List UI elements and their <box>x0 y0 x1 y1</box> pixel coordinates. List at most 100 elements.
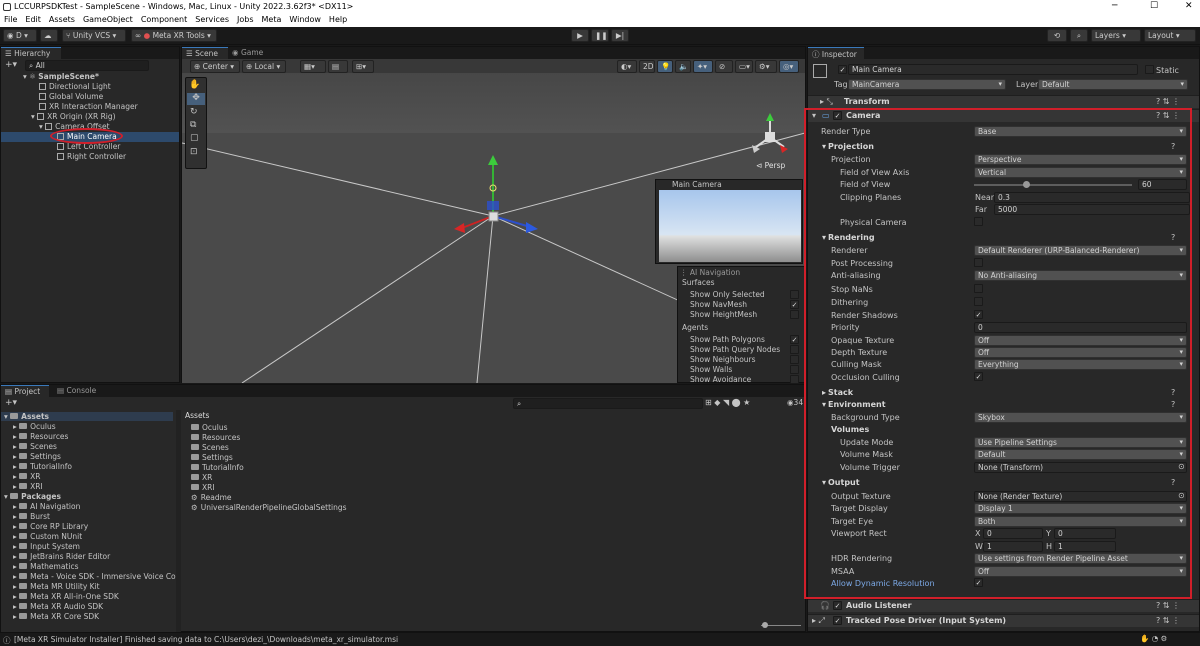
overlay-group-1[interactable]: Agents <box>682 323 708 332</box>
account-button[interactable]: ◉ D ▾ <box>3 29 37 42</box>
audio-icon[interactable]: 🔈 <box>675 60 691 73</box>
tree-scrollbar[interactable] <box>176 410 181 632</box>
tree-item[interactable]: ▸ Mathematics <box>13 562 79 571</box>
scale-tool-icon[interactable]: ⧉ <box>190 120 196 130</box>
move-tool-icon[interactable]: ✥ <box>187 93 205 105</box>
help-icon[interactable]: ? ⇅ ⋮ <box>1156 97 1180 106</box>
menu-help[interactable]: Help <box>325 14 351 25</box>
effects-icon[interactable]: ✦▾ <box>693 60 713 73</box>
menu-window[interactable]: Window <box>285 14 325 25</box>
hand-tool-icon[interactable]: ✋ <box>189 80 200 90</box>
status-message[interactable]: [Meta XR Simulator Installer] Finished s… <box>14 635 398 644</box>
static-toggle[interactable] <box>1145 65 1154 74</box>
2d-toggle[interactable]: 2D <box>639 60 655 73</box>
object-name-input[interactable]: Main Camera <box>848 64 1138 75</box>
active-toggle[interactable]: ✓ <box>838 65 847 74</box>
tab-game[interactable]: ◉ Game <box>228 47 268 59</box>
file-item[interactable]: Settings <box>191 453 233 462</box>
hierarchy-item[interactable]: Global Volume <box>39 92 103 101</box>
menu-component[interactable]: Component <box>137 14 191 25</box>
menu-file[interactable]: File <box>0 14 21 25</box>
cloud-icon[interactable]: ☁ <box>40 29 58 42</box>
tree-item[interactable]: ▸ Settings <box>13 452 61 461</box>
transform-header[interactable]: ▸ ⤡ Transform ? ⇅ ⋮ <box>808 95 1199 108</box>
overlay-checkbox[interactable]: ✓ <box>790 300 799 309</box>
search-icon[interactable]: ⌕ <box>1070 29 1088 42</box>
snap-icon[interactable]: ▤ <box>328 60 348 73</box>
overlay-checkbox[interactable] <box>790 310 799 319</box>
hierarchy-item[interactable]: Right Controller <box>57 152 126 161</box>
file-item[interactable]: ⚙ UniversalRenderPipelineGlobalSettings <box>191 503 347 512</box>
add-icon[interactable]: +▾ <box>5 60 17 70</box>
hierarchy-search-input[interactable]: ⌕ All <box>25 60 149 71</box>
audio-enabled-toggle[interactable]: ✓ <box>833 601 842 610</box>
light-icon[interactable]: 💡 <box>657 60 673 73</box>
create-icon[interactable]: +▾ <box>5 398 17 408</box>
visibility-icon[interactable]: ⊘ <box>715 60 733 73</box>
breadcrumb[interactable]: Assets <box>185 411 209 420</box>
scene-viewport[interactable]: ⊲ Persp ✋ ✥ ↻ ⧉ ▢ ⊡ Main Camera ⋮ AI Nav… <box>182 73 805 383</box>
space-dropdown[interactable]: ⊕ Local ▾ <box>242 60 286 73</box>
tree-item[interactable]: ▸ TutorialInfo <box>13 462 72 471</box>
pose-enabled-toggle[interactable]: ✓ <box>833 616 842 625</box>
tree-item[interactable]: ▸ AI Navigation <box>13 502 80 511</box>
overlay-checkbox[interactable] <box>790 375 799 383</box>
tracked-pose-header[interactable]: ▸ ⤢ ✓ Tracked Pose Driver (Input System)… <box>808 614 1199 627</box>
audio-listener-header[interactable]: 🎧 ✓ Audio Listener ? ⇅ ⋮ <box>808 599 1199 612</box>
transform-tool-icon[interactable]: ⊡ <box>190 147 198 157</box>
menu-services[interactable]: Services <box>191 14 233 25</box>
tree-item[interactable]: ▸ Resources <box>13 432 68 441</box>
tab-hierarchy[interactable]: ☰ Hierarchy <box>1 47 61 59</box>
layout-dropdown[interactable]: Layout ▾ <box>1144 29 1196 42</box>
status-icons[interactable]: ✋ ◔ ⚙ <box>1140 634 1167 643</box>
step-icon[interactable]: ▶| <box>611 29 629 42</box>
rotate-tool-icon[interactable]: ↻ <box>190 107 198 117</box>
tree-item[interactable]: ▸ Oculus <box>13 422 56 431</box>
file-item[interactable]: Scenes <box>191 443 229 452</box>
file-item[interactable]: ⚙ Readme <box>191 493 232 502</box>
pause-icon[interactable]: ❚❚ <box>591 29 609 42</box>
close-icon[interactable]: ✕ <box>1185 1 1193 11</box>
tab-inspector[interactable]: ⓘ Inspector <box>808 47 864 59</box>
play-icon[interactable]: ▶ <box>571 29 589 42</box>
tree-item[interactable]: ▸ Meta XR Core SDK <box>13 612 99 621</box>
increment-icon[interactable]: ⊞▾ <box>352 60 374 73</box>
overlay-checkbox[interactable] <box>790 365 799 374</box>
tree-item[interactable]: ▸ Meta MR Utility Kit <box>13 582 100 591</box>
file-item[interactable]: XRI <box>191 483 215 492</box>
tree-item[interactable]: ▸ Burst <box>13 512 50 521</box>
menu-meta[interactable]: Meta <box>258 14 286 25</box>
menu-gameobject[interactable]: GameObject <box>79 14 137 25</box>
gizmos-icon[interactable]: ◎▾ <box>779 60 799 73</box>
minimize-icon[interactable]: ─ <box>1112 1 1117 11</box>
project-search-input[interactable]: ⌕ <box>513 398 703 409</box>
layer-dropdown[interactable]: Default <box>1038 79 1188 90</box>
tree-item[interactable]: ▸ Scenes <box>13 442 57 451</box>
maximize-icon[interactable]: ☐ <box>1150 1 1158 11</box>
menu-edit[interactable]: Edit <box>21 14 45 25</box>
tree-item[interactable]: ▸ XR <box>13 472 41 481</box>
tree-item[interactable]: ▸ Custom NUnit <box>13 532 82 541</box>
persp-label[interactable]: ⊲ Persp <box>756 161 785 170</box>
overlay-group-0[interactable]: Surfaces <box>682 278 714 287</box>
layers-dropdown[interactable]: Layers ▾ <box>1091 29 1141 42</box>
hierarchy-item[interactable]: XR Interaction Manager <box>39 102 138 111</box>
tree-item[interactable]: ▸ Meta - Voice SDK - Immersive Voice Cor <box>13 572 179 581</box>
file-item[interactable]: Resources <box>191 433 240 442</box>
draw-mode-icon[interactable]: ◐▾ <box>617 60 637 73</box>
file-item[interactable]: XR <box>191 473 212 482</box>
tab-project[interactable]: ▤ Project <box>1 385 49 397</box>
rect-tool-icon[interactable]: ▢ <box>190 133 199 143</box>
vcs-button[interactable]: ⑂ Unity VCS ▾ <box>62 29 126 42</box>
tree-item[interactable]: ▸ JetBrains Rider Editor <box>13 552 110 561</box>
menu-jobs[interactable]: Jobs <box>233 14 258 25</box>
tag-dropdown[interactable]: MainCamera <box>848 79 1006 90</box>
file-item[interactable]: TutorialInfo <box>191 463 244 472</box>
file-item[interactable]: Oculus <box>191 423 228 432</box>
tree-item[interactable]: ▾ Packages <box>4 492 61 501</box>
camera-icon[interactable]: ▭▾ <box>735 60 753 73</box>
hierarchy-item[interactable]: Directional Light <box>39 82 111 91</box>
grid-snap-icon[interactable]: ▦▾ <box>300 60 326 73</box>
tree-item[interactable]: ▸ Core RP Library <box>13 522 88 531</box>
tree-item[interactable]: ▸ Input System <box>13 542 80 551</box>
